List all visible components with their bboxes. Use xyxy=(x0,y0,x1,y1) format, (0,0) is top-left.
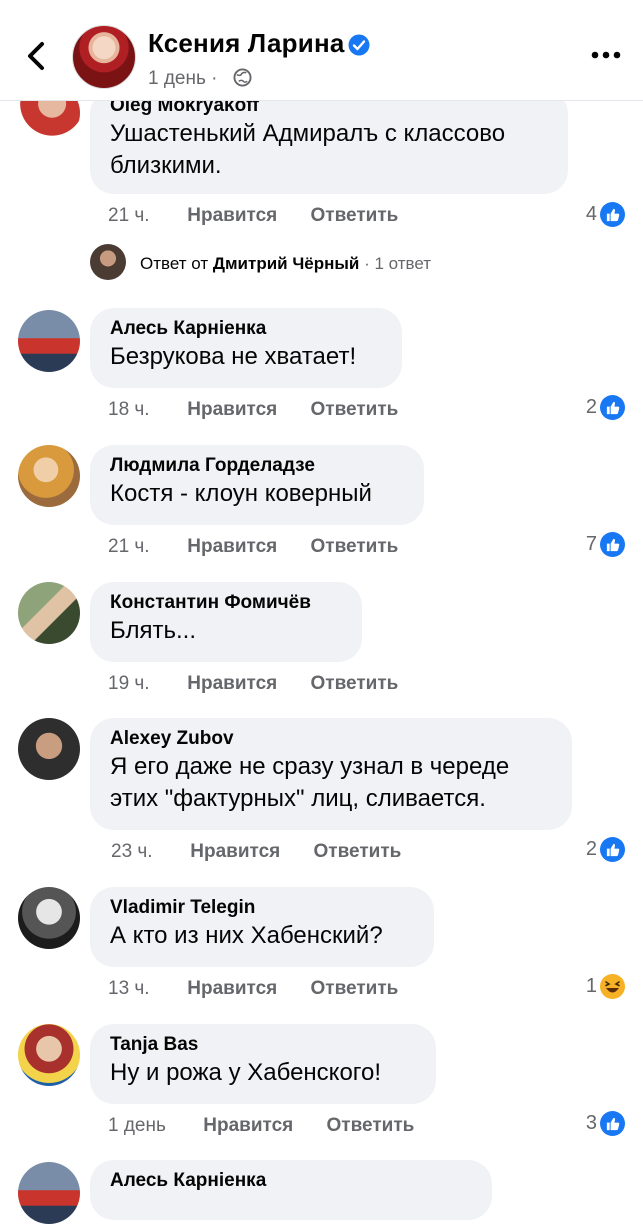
like-button[interactable]: Нравится xyxy=(190,841,280,862)
chevron-left-icon[interactable] xyxy=(22,38,52,74)
comment-text: А кто из них Хабенский? xyxy=(110,922,383,949)
reaction-summary[interactable]: 2 xyxy=(586,837,625,862)
reaction-summary[interactable]: 1 xyxy=(586,974,625,999)
comment-author[interactable]: Людмила Горделадзе xyxy=(110,454,404,478)
comment-time[interactable]: 13 ч. xyxy=(108,978,182,1000)
comment-bubble[interactable]: Алесь Карнiенка Безрукова не хватает! xyxy=(90,308,402,388)
avatar[interactable] xyxy=(18,445,80,507)
thumbs-up-icon xyxy=(600,1111,625,1136)
reaction-summary[interactable]: 2 xyxy=(586,395,625,420)
comment-bubble[interactable]: Alexey Zubov Я его даже не сразу узнал в… xyxy=(90,718,572,830)
thumbs-up-icon xyxy=(600,202,625,227)
haha-emoji-icon xyxy=(600,974,625,999)
comment-time[interactable]: 19 ч. xyxy=(108,673,182,695)
page-name[interactable]: Ксения Ларина xyxy=(148,28,345,59)
comment-author[interactable]: Vladimir Telegin xyxy=(110,896,414,920)
like-button[interactable]: Нравится xyxy=(203,1115,293,1136)
like-button[interactable]: Нравится xyxy=(187,978,277,999)
post-header: Ксения Ларина 1 день · xyxy=(0,0,643,101)
comment-time[interactable]: 21 ч. xyxy=(108,205,182,227)
avatar[interactable] xyxy=(18,887,80,949)
comment-time[interactable]: 1 день xyxy=(108,1115,198,1137)
reaction-count: 7 xyxy=(585,533,597,555)
reply-button[interactable]: Ответить xyxy=(311,205,399,226)
reaction-count: 3 xyxy=(585,1112,597,1134)
avatar[interactable] xyxy=(18,1162,80,1224)
like-button[interactable]: Нравится xyxy=(187,536,277,557)
comment-bubble[interactable]: Vladimir Telegin А кто из них Хабенский? xyxy=(90,887,434,967)
comment-text: Костя - клоун коверный xyxy=(110,480,372,507)
comment-bubble[interactable]: Tanja Bas Ну и рожа у Хабенского! xyxy=(90,1024,436,1104)
globe-icon xyxy=(233,68,252,87)
comment-bubble[interactable]: Oleg Mokryakoff Ушастенький Адмиралъ с к… xyxy=(90,90,568,194)
comment-time[interactable]: 21 ч. xyxy=(108,536,182,558)
reply-button[interactable]: Ответить xyxy=(311,536,399,557)
comment-actions: 1 день Нравится Ответить xyxy=(108,1115,414,1137)
comment-author[interactable]: Алесь Карнiенка xyxy=(110,1169,472,1193)
reply-button[interactable]: Ответить xyxy=(327,1115,415,1136)
reaction-summary[interactable]: 4 xyxy=(586,202,625,227)
comment-text: Блять... xyxy=(110,617,196,644)
comment-actions: 21 ч. Нравится Ответить xyxy=(108,205,398,227)
reply-count: · 1 ответ xyxy=(364,254,432,273)
reply-button[interactable]: Ответить xyxy=(314,841,402,862)
reply-author: Дмитрий Чёрный xyxy=(212,254,360,273)
comment-text: Я его даже не сразу узнал в череде этих … xyxy=(110,753,510,812)
comment-author[interactable]: Константин Фомичёв xyxy=(110,591,342,615)
reaction-count: 2 xyxy=(585,838,597,860)
comment-actions: 21 ч. Нравится Ответить xyxy=(108,536,398,558)
thumbs-up-icon xyxy=(600,532,625,557)
more-horizontal-icon[interactable] xyxy=(590,50,622,60)
comment-text: Безрукова не хватает! xyxy=(110,343,357,370)
reaction-count: 2 xyxy=(585,396,597,418)
reply-prefix: Ответ от xyxy=(140,254,209,273)
comment-text: Ну и рожа у Хабенского! xyxy=(110,1059,382,1086)
comment-bubble[interactable]: Людмила Горделадзе Костя - клоун коверны… xyxy=(90,445,424,525)
comment-actions: 23 ч. Нравится Ответить xyxy=(111,841,401,863)
comment-actions: 13 ч. Нравится Ответить xyxy=(108,978,398,1000)
comment-actions: 18 ч. Нравится Ответить xyxy=(108,399,398,421)
thumbs-up-icon xyxy=(600,395,625,420)
avatar[interactable] xyxy=(18,718,80,780)
reply-button[interactable]: Ответить xyxy=(311,673,399,694)
comment-author[interactable]: Алесь Карнiенка xyxy=(110,317,382,341)
thumbs-up-icon xyxy=(600,837,625,862)
reply-button[interactable]: Ответить xyxy=(311,399,399,420)
avatar[interactable] xyxy=(18,310,80,372)
reaction-summary[interactable]: 3 xyxy=(586,1111,625,1136)
comment-bubble[interactable]: Алесь Карнiенка xyxy=(90,1160,492,1220)
reaction-summary[interactable]: 7 xyxy=(586,532,625,557)
like-button[interactable]: Нравится xyxy=(187,399,277,420)
comment-actions: 19 ч. Нравится Ответить xyxy=(108,673,398,695)
reaction-count: 1 xyxy=(585,975,597,997)
reaction-count: 4 xyxy=(585,203,597,225)
comment-author[interactable]: Alexey Zubov xyxy=(110,727,552,751)
verified-badge-icon xyxy=(348,34,370,56)
like-button[interactable]: Нравится xyxy=(187,205,277,226)
comment-author[interactable]: Tanja Bas xyxy=(110,1033,416,1057)
comment-time[interactable]: 23 ч. xyxy=(111,841,185,863)
avatar[interactable] xyxy=(18,582,80,644)
comment-time[interactable]: 18 ч. xyxy=(108,399,182,421)
comment-text: Ушастенький Адмиралъ с классово близкими… xyxy=(110,120,506,179)
page-avatar[interactable] xyxy=(72,25,136,89)
reply-button[interactable]: Ответить xyxy=(311,978,399,999)
avatar xyxy=(90,244,126,280)
post-timestamp: 1 день · xyxy=(148,68,218,89)
like-button[interactable]: Нравится xyxy=(187,673,277,694)
avatar[interactable] xyxy=(18,1024,80,1086)
comment-bubble[interactable]: Константин Фомичёв Блять... xyxy=(90,582,362,662)
